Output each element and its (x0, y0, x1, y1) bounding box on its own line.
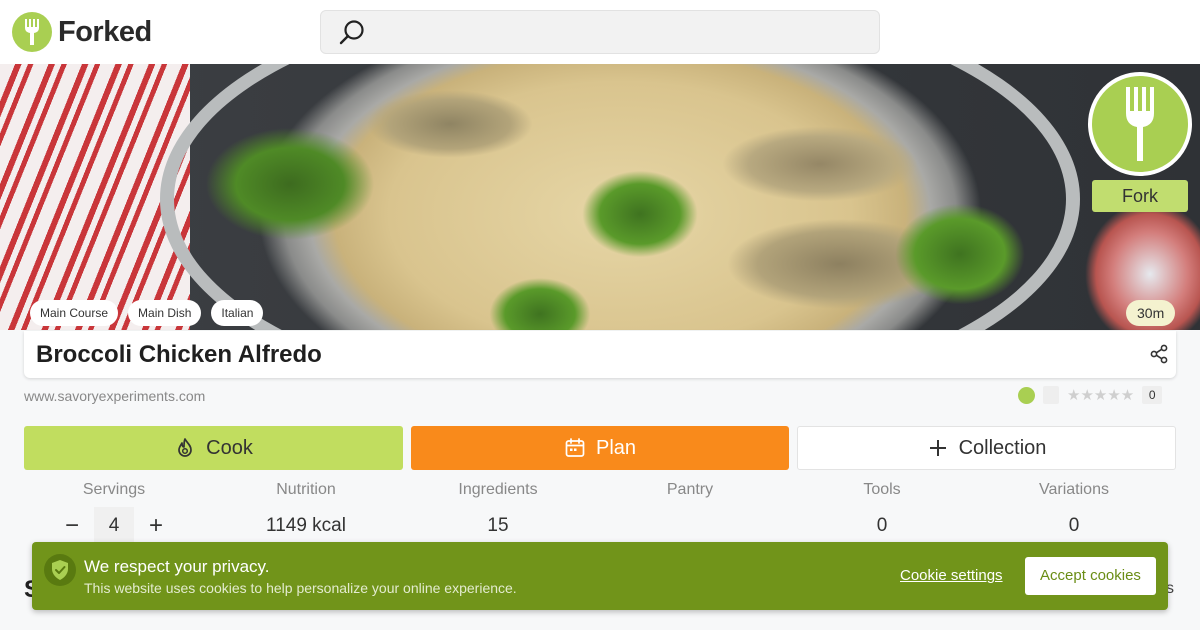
cookie-description: This website uses cookies to help person… (84, 580, 517, 596)
servings-stepper: − 4 + (18, 507, 210, 545)
fork-label[interactable]: Fork (1092, 180, 1188, 212)
fork-icon (12, 12, 52, 52)
cook-button[interactable]: Cook (24, 426, 403, 470)
fork-button[interactable]: Fork (1088, 72, 1192, 212)
servings-label: Servings (82, 481, 146, 498)
calendar-icon (565, 438, 585, 457)
stat-pantry[interactable]: Pantry (594, 481, 786, 545)
nutrition-value: 1149 kcal (266, 515, 346, 536)
stat-variations[interactable]: Variations 0 (978, 481, 1170, 545)
increase-servings-button[interactable]: + (138, 508, 174, 544)
cookie-consent-banner: We respect your privacy. This website us… (32, 542, 1168, 610)
search-input[interactable] (377, 11, 867, 53)
recipe-title: Broccoli Chicken Alfredo (36, 341, 322, 368)
servings-value[interactable]: 4 (94, 507, 134, 545)
recipe-source-link[interactable]: www.savoryexperiments.com (24, 388, 205, 404)
shield-check-icon (44, 554, 76, 586)
search-icon[interactable] (338, 19, 366, 47)
site-logo[interactable]: Forked (12, 12, 152, 52)
rating-placeholder (1043, 386, 1059, 404)
nutrition-label: Nutrition (276, 481, 336, 498)
star-rating[interactable]: ★★★★★ (1067, 386, 1134, 404)
logo-text: Forked (58, 15, 152, 48)
cookie-title: We respect your privacy. (84, 557, 270, 576)
recipe-stats: Servings − 4 + Nutrition 1149 kcal Ingre… (18, 481, 1170, 545)
ingredients-value: 15 (487, 515, 509, 536)
plan-button-label: Plan (595, 436, 637, 459)
pantry-label: Pantry (666, 481, 714, 498)
cook-time-badge: 30m (1126, 300, 1176, 326)
variations-label: Variations (1039, 481, 1109, 498)
hero-pan-decoration (160, 64, 1080, 330)
flame-icon (178, 438, 192, 457)
recipe-hero-image (0, 64, 1200, 330)
fork-icon[interactable] (1088, 72, 1192, 176)
tools-value: 0 (876, 515, 888, 536)
pantry-value (594, 515, 786, 537)
rating-widget[interactable]: ★★★★★ 0 (1018, 386, 1163, 404)
decrease-servings-button[interactable]: − (54, 508, 90, 544)
cookie-settings-link[interactable]: Cookie settings (900, 567, 1003, 584)
recipe-title-card: Broccoli Chicken Alfredo (24, 331, 1176, 378)
tag-chip[interactable]: Italian (211, 300, 264, 326)
collection-button-label: Collection (958, 436, 1047, 459)
stat-nutrition[interactable]: Nutrition 1149 kcal (210, 481, 402, 545)
plan-button[interactable]: Plan (411, 426, 789, 470)
share-icon[interactable] (1148, 343, 1170, 365)
stat-servings: Servings − 4 + (18, 481, 210, 545)
add-to-collection-button[interactable]: Collection (797, 426, 1176, 470)
rating-avatar-icon (1018, 386, 1035, 404)
search-bar[interactable] (320, 10, 880, 54)
site-header: Forked (0, 0, 1200, 64)
variations-value: 0 (1068, 515, 1080, 536)
plus-icon (929, 440, 946, 456)
stat-tools[interactable]: Tools 0 (786, 481, 978, 545)
ingredients-label: Ingredients (458, 481, 538, 498)
rating-count: 0 (1142, 386, 1163, 404)
cook-button-label: Cook (206, 436, 253, 459)
accept-cookies-button[interactable]: Accept cookies (1025, 557, 1156, 595)
recipe-tags: Main Course Main Dish Italian (30, 300, 264, 326)
tag-chip[interactable]: Main Dish (128, 300, 202, 326)
tools-label: Tools (863, 481, 901, 498)
stat-ingredients[interactable]: Ingredients 15 (402, 481, 594, 545)
tag-chip[interactable]: Main Course (30, 300, 119, 326)
